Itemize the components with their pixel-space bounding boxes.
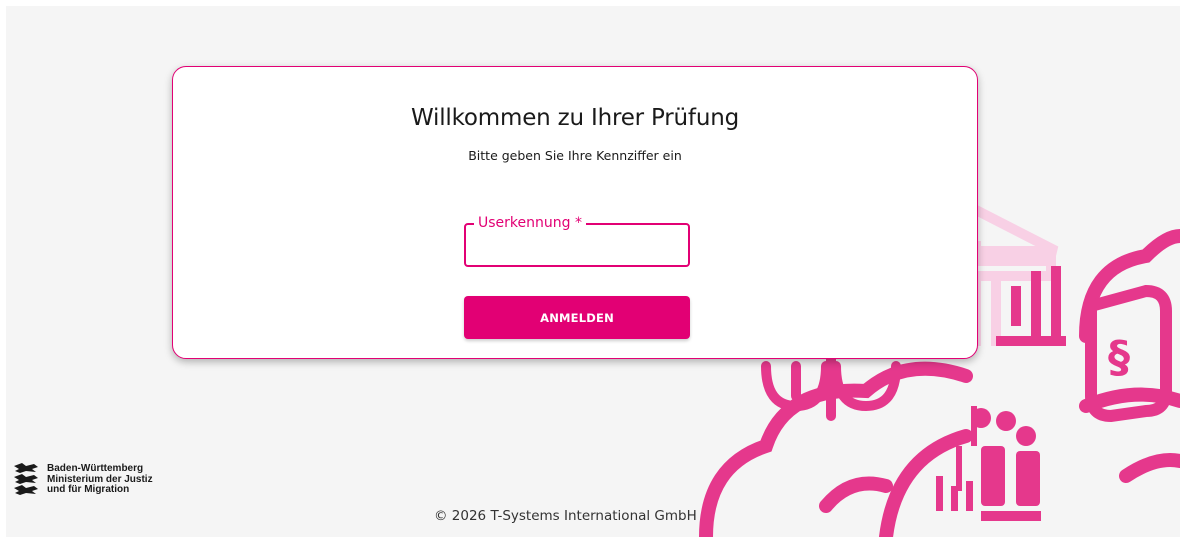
page-title: Willkommen zu Ihrer Prüfung xyxy=(411,105,739,131)
userkennung-field[interactable]: Userkennung * xyxy=(464,214,690,267)
userkennung-label: Userkennung * xyxy=(474,214,586,232)
coat-of-arms-icon xyxy=(14,463,38,495)
page-subtitle: Bitte geben Sie Ihre Kennziffer ein xyxy=(468,148,682,163)
userkennung-input[interactable] xyxy=(476,235,680,257)
svg-text:§: § xyxy=(1108,332,1130,383)
logo-line-1: Baden-Württemberg xyxy=(47,463,144,474)
page: § Willkommen zu Ihrer Prüfung Bitte gebe… xyxy=(6,6,1180,537)
logo-line-3: und für Migration xyxy=(47,484,130,495)
people-icon xyxy=(936,406,1041,521)
anmelden-button[interactable]: ANMELDEN xyxy=(464,296,690,339)
login-card: Willkommen zu Ihrer Prüfung Bitte geben … xyxy=(172,66,978,359)
copyright-footer: © 2026 T-Systems International GmbH xyxy=(434,508,697,524)
